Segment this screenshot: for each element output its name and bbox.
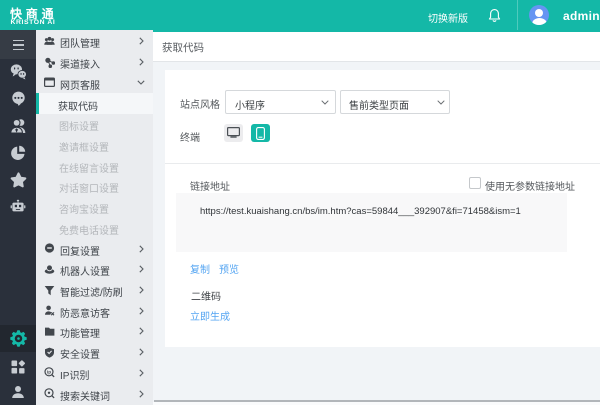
svg-text:ip: ip (47, 370, 51, 375)
